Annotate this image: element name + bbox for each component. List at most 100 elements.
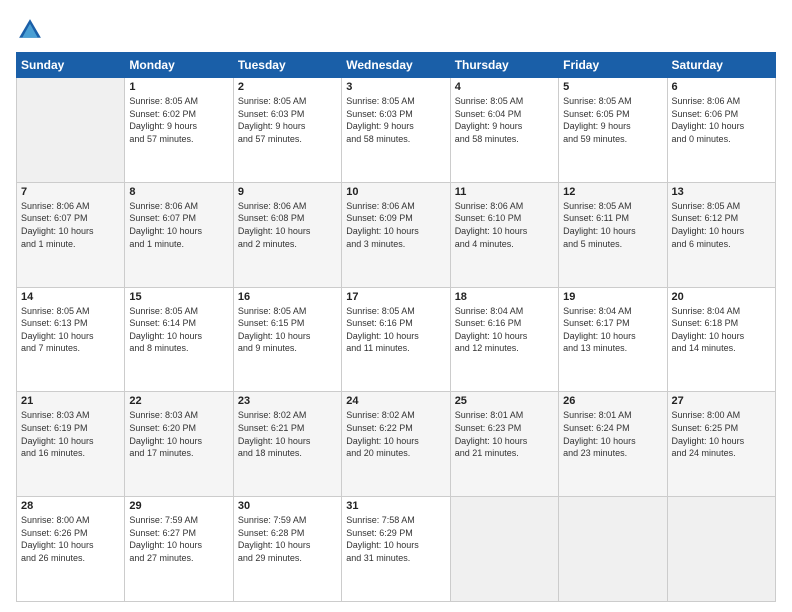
day-number: 1 [129,81,228,93]
week-row-3: 14Sunrise: 8:05 AM Sunset: 6:13 PM Dayli… [17,287,776,392]
calendar-cell [667,497,775,602]
day-info: Sunrise: 8:06 AM Sunset: 6:07 PM Dayligh… [129,200,228,250]
day-info: Sunrise: 8:01 AM Sunset: 6:24 PM Dayligh… [563,409,662,459]
calendar-cell: 14Sunrise: 8:05 AM Sunset: 6:13 PM Dayli… [17,287,125,392]
calendar-cell: 10 Sunrise: 8:06 AM Sunset: 6:09 PM Dayli… [342,182,450,287]
logo [16,16,48,44]
calendar-cell: 11 Sunrise: 8:06 AM Sunset: 6:10 PM Dayli… [450,182,558,287]
calendar-cell: 24Sunrise: 8:02 AM Sunset: 6:22 PM Dayli… [342,392,450,497]
calendar-cell: 2 Sunrise: 8:05 AM Sunset: 6:03 PM Daylig… [233,78,341,183]
day-number: 20 [672,291,771,303]
day-number: 8 [129,186,228,198]
day-number: 7 [21,186,120,198]
calendar-cell: 23Sunrise: 8:02 AM Sunset: 6:21 PM Dayli… [233,392,341,497]
day-number: 23 [238,395,337,407]
day-info: Sunrise: 8:01 AM Sunset: 6:23 PM Dayligh… [455,409,554,459]
calendar-cell: 7 Sunrise: 8:06 AM Sunset: 6:07 PM Daylig… [17,182,125,287]
calendar-cell: 3 Sunrise: 8:05 AM Sunset: 6:03 PM Daylig… [342,78,450,183]
day-info: Sunrise: 8:05 AM Sunset: 6:05 PM Dayligh… [563,95,662,145]
calendar-cell: 26Sunrise: 8:01 AM Sunset: 6:24 PM Dayli… [559,392,667,497]
day-info: Sunrise: 8:06 AM Sunset: 6:07 PM Dayligh… [21,200,120,250]
calendar-cell: 30 Sunrise: 7:59 AM Sunset: 6:28 PM Dayli… [233,497,341,602]
day-info: Sunrise: 8:05 AM Sunset: 6:12 PM Dayligh… [672,200,771,250]
calendar-cell: 21 Sunrise: 8:03 AM Sunset: 6:19 PM Dayli… [17,392,125,497]
day-number: 2 [238,81,337,93]
day-number: 3 [346,81,445,93]
calendar-cell [450,497,558,602]
day-info: Sunrise: 7:59 AM Sunset: 6:28 PM Dayligh… [238,514,337,564]
day-info: Sunrise: 8:05 AM Sunset: 6:03 PM Dayligh… [346,95,445,145]
logo-icon [16,16,44,44]
day-number: 10 [346,186,445,198]
day-info: Sunrise: 7:59 AM Sunset: 6:27 PM Dayligh… [129,514,228,564]
day-info: Sunrise: 8:03 AM Sunset: 6:19 PM Dayligh… [21,409,120,459]
day-number: 24 [346,395,445,407]
day-number: 27 [672,395,771,407]
weekday-header-friday: Friday [559,53,667,78]
calendar-cell: 1 Sunrise: 8:05 AM Sunset: 6:02 PM Daylig… [125,78,233,183]
day-number: 11 [455,186,554,198]
page: SundayMondayTuesdayWednesdayThursdayFrid… [0,0,792,612]
week-row-1: 1 Sunrise: 8:05 AM Sunset: 6:02 PM Daylig… [17,78,776,183]
header [16,16,776,44]
day-number: 21 [21,395,120,407]
day-info: Sunrise: 8:05 AM Sunset: 6:04 PM Dayligh… [455,95,554,145]
weekday-header-sunday: Sunday [17,53,125,78]
day-number: 9 [238,186,337,198]
day-info: Sunrise: 8:06 AM Sunset: 6:10 PM Dayligh… [455,200,554,250]
calendar-table: SundayMondayTuesdayWednesdayThursdayFrid… [16,52,776,602]
day-number: 30 [238,500,337,512]
day-number: 22 [129,395,228,407]
calendar-cell: 22Sunrise: 8:03 AM Sunset: 6:20 PM Dayli… [125,392,233,497]
calendar-cell: 19 Sunrise: 8:04 AM Sunset: 6:17 PM Dayli… [559,287,667,392]
week-row-5: 28Sunrise: 8:00 AM Sunset: 6:26 PM Dayli… [17,497,776,602]
day-number: 16 [238,291,337,303]
calendar-cell: 18Sunrise: 8:04 AM Sunset: 6:16 PM Dayli… [450,287,558,392]
calendar-cell: 16 Sunrise: 8:05 AM Sunset: 6:15 PM Dayli… [233,287,341,392]
day-number: 5 [563,81,662,93]
weekday-header-saturday: Saturday [667,53,775,78]
calendar-cell: 31Sunrise: 7:58 AM Sunset: 6:29 PM Dayli… [342,497,450,602]
day-number: 19 [563,291,662,303]
day-number: 17 [346,291,445,303]
day-number: 31 [346,500,445,512]
calendar-cell [17,78,125,183]
day-info: Sunrise: 8:06 AM Sunset: 6:08 PM Dayligh… [238,200,337,250]
day-info: Sunrise: 8:00 AM Sunset: 6:25 PM Dayligh… [672,409,771,459]
day-info: Sunrise: 8:05 AM Sunset: 6:14 PM Dayligh… [129,305,228,355]
weekday-header-row: SundayMondayTuesdayWednesdayThursdayFrid… [17,53,776,78]
calendar-cell: 20 Sunrise: 8:04 AM Sunset: 6:18 PM Dayli… [667,287,775,392]
day-info: Sunrise: 8:05 AM Sunset: 6:16 PM Dayligh… [346,305,445,355]
day-number: 13 [672,186,771,198]
calendar-cell: 9 Sunrise: 8:06 AM Sunset: 6:08 PM Daylig… [233,182,341,287]
weekday-header-tuesday: Tuesday [233,53,341,78]
calendar-cell: 5 Sunrise: 8:05 AM Sunset: 6:05 PM Daylig… [559,78,667,183]
day-info: Sunrise: 8:04 AM Sunset: 6:16 PM Dayligh… [455,305,554,355]
calendar-cell: 12 Sunrise: 8:05 AM Sunset: 6:11 PM Dayli… [559,182,667,287]
day-info: Sunrise: 8:06 AM Sunset: 6:06 PM Dayligh… [672,95,771,145]
day-info: Sunrise: 8:04 AM Sunset: 6:17 PM Dayligh… [563,305,662,355]
day-info: Sunrise: 8:06 AM Sunset: 6:09 PM Dayligh… [346,200,445,250]
day-number: 15 [129,291,228,303]
day-number: 4 [455,81,554,93]
calendar-cell [559,497,667,602]
day-info: Sunrise: 8:04 AM Sunset: 6:18 PM Dayligh… [672,305,771,355]
calendar-cell: 8 Sunrise: 8:06 AM Sunset: 6:07 PM Daylig… [125,182,233,287]
day-info: Sunrise: 8:05 AM Sunset: 6:02 PM Dayligh… [129,95,228,145]
day-number: 6 [672,81,771,93]
calendar-cell: 15 Sunrise: 8:05 AM Sunset: 6:14 PM Dayli… [125,287,233,392]
day-info: Sunrise: 8:05 AM Sunset: 6:15 PM Dayligh… [238,305,337,355]
calendar-cell: 25 Sunrise: 8:01 AM Sunset: 6:23 PM Dayli… [450,392,558,497]
day-info: Sunrise: 8:05 AM Sunset: 6:11 PM Dayligh… [563,200,662,250]
day-info: Sunrise: 8:05 AM Sunset: 6:03 PM Dayligh… [238,95,337,145]
day-number: 12 [563,186,662,198]
day-number: 25 [455,395,554,407]
day-number: 29 [129,500,228,512]
calendar-cell: 6 Sunrise: 8:06 AM Sunset: 6:06 PM Daylig… [667,78,775,183]
day-number: 14 [21,291,120,303]
calendar-cell: 27 Sunrise: 8:00 AM Sunset: 6:25 PM Dayli… [667,392,775,497]
calendar-cell: 28Sunrise: 8:00 AM Sunset: 6:26 PM Dayli… [17,497,125,602]
calendar-cell: 29 Sunrise: 7:59 AM Sunset: 6:27 PM Dayli… [125,497,233,602]
day-info: Sunrise: 8:00 AM Sunset: 6:26 PM Dayligh… [21,514,120,564]
calendar-cell: 4 Sunrise: 8:05 AM Sunset: 6:04 PM Daylig… [450,78,558,183]
